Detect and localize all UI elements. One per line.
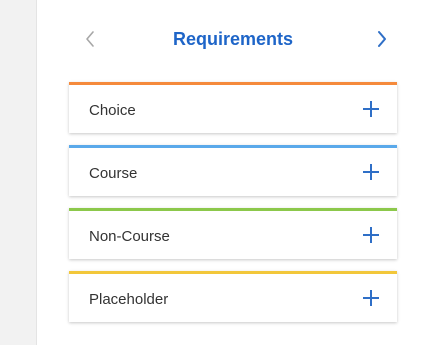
requirement-card-placeholder[interactable]: Placeholder <box>69 271 397 322</box>
plus-icon[interactable] <box>362 163 380 181</box>
card-label: Choice <box>89 102 136 119</box>
chevron-right-icon[interactable] <box>369 26 393 52</box>
card-label: Non-Course <box>89 228 170 245</box>
page: Requirements Choice Course Non-Course Pl… <box>0 0 424 345</box>
requirement-card-choice[interactable]: Choice <box>69 82 397 133</box>
card-label: Course <box>89 165 138 182</box>
chevron-left-icon[interactable] <box>79 26 103 52</box>
requirements-panel: Requirements Choice Course Non-Course Pl… <box>37 0 424 345</box>
panel-title: Requirements <box>172 29 294 49</box>
panel-header: Requirements <box>69 22 397 56</box>
plus-icon[interactable] <box>362 226 380 244</box>
plus-icon[interactable] <box>362 289 380 307</box>
requirement-card-non-course[interactable]: Non-Course <box>69 208 397 259</box>
card-label: Placeholder <box>89 291 169 308</box>
left-sidebar-strip <box>0 0 37 345</box>
requirement-type-list: Choice Course Non-Course Placeholder <box>69 82 397 334</box>
requirement-card-course[interactable]: Course <box>69 145 397 196</box>
plus-icon[interactable] <box>362 100 380 118</box>
